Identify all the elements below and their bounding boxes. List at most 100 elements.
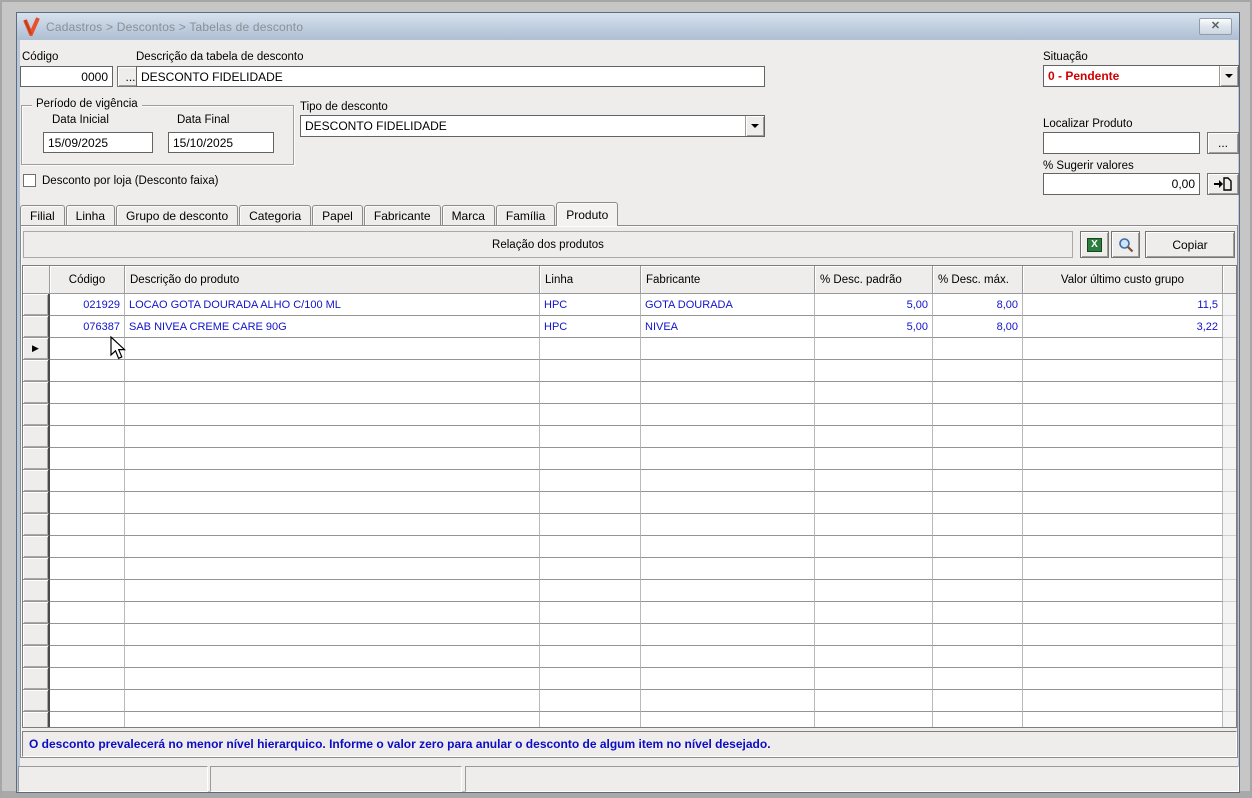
- row-selector[interactable]: [23, 492, 50, 514]
- grid-cell[interactable]: [50, 470, 125, 492]
- grid-cell[interactable]: SAB NIVEA CREME CARE 90G: [125, 316, 540, 338]
- grid-cell[interactable]: [933, 404, 1023, 426]
- tab-grupo-de-desconto[interactable]: Grupo de desconto: [116, 205, 238, 226]
- row-selector[interactable]: [23, 536, 50, 558]
- grid-cell[interactable]: [1023, 360, 1223, 382]
- grid-cell[interactable]: [815, 514, 933, 536]
- grid-cell[interactable]: [540, 646, 641, 668]
- grid-cell[interactable]: [1023, 536, 1223, 558]
- grid-cell[interactable]: [540, 470, 641, 492]
- grid-cell[interactable]: [125, 404, 540, 426]
- grid-cell[interactable]: [933, 602, 1023, 624]
- grid-cell[interactable]: [125, 492, 540, 514]
- grid-cell[interactable]: [641, 470, 815, 492]
- grid-cell[interactable]: [540, 624, 641, 646]
- grid-cell[interactable]: [540, 536, 641, 558]
- grid-cell[interactable]: [641, 382, 815, 404]
- grid-cell[interactable]: [1023, 580, 1223, 602]
- grid-cell[interactable]: [1023, 448, 1223, 470]
- grid-cell[interactable]: [1023, 712, 1223, 728]
- data-final-input[interactable]: [168, 132, 274, 153]
- row-selector[interactable]: [23, 294, 50, 316]
- grid-cell[interactable]: [933, 426, 1023, 448]
- grid-cell[interactable]: [50, 360, 125, 382]
- grid-cell[interactable]: [1023, 602, 1223, 624]
- grid-cell[interactable]: [933, 382, 1023, 404]
- grid-cell[interactable]: 076387: [50, 316, 125, 338]
- grid-cell[interactable]: [125, 470, 540, 492]
- grid-cell[interactable]: 5,00: [815, 294, 933, 316]
- desconto-por-loja-checkbox[interactable]: [23, 174, 36, 187]
- grid-cell[interactable]: 021929: [50, 294, 125, 316]
- close-button[interactable]: ✕: [1199, 18, 1232, 35]
- grid-cell[interactable]: [641, 514, 815, 536]
- grid-cell[interactable]: [50, 668, 125, 690]
- grid-cell[interactable]: [1023, 514, 1223, 536]
- grid-cell[interactable]: [540, 602, 641, 624]
- codigo-input[interactable]: [20, 66, 113, 87]
- apply-sugerir-button[interactable]: [1207, 173, 1239, 195]
- grid-cell[interactable]: [641, 536, 815, 558]
- grid-cell[interactable]: [50, 382, 125, 404]
- grid-cell[interactable]: [125, 360, 540, 382]
- grid-cell[interactable]: [125, 448, 540, 470]
- grid-cell[interactable]: [1023, 558, 1223, 580]
- grid-cell[interactable]: [1023, 668, 1223, 690]
- grid-cell[interactable]: [641, 448, 815, 470]
- grid-cell[interactable]: [641, 360, 815, 382]
- grid-cell[interactable]: 5,00: [815, 316, 933, 338]
- row-selector[interactable]: [23, 624, 50, 646]
- grid-cell[interactable]: 11,5: [1023, 294, 1223, 316]
- grid-cell[interactable]: [540, 558, 641, 580]
- grid-cell[interactable]: [50, 492, 125, 514]
- grid-cell[interactable]: [540, 382, 641, 404]
- row-selector[interactable]: ▶: [23, 338, 50, 360]
- grid-cell[interactable]: [125, 558, 540, 580]
- grid-cell[interactable]: [933, 690, 1023, 712]
- search-button[interactable]: [1111, 231, 1140, 258]
- grid-cell[interactable]: [933, 624, 1023, 646]
- grid-cell[interactable]: 3,22: [1023, 316, 1223, 338]
- tab-familia[interactable]: Família: [496, 205, 555, 226]
- grid-cell[interactable]: HPC: [540, 316, 641, 338]
- tab-marca[interactable]: Marca: [442, 205, 495, 226]
- grid-header-codigo[interactable]: Código: [50, 266, 125, 294]
- grid-cell[interactable]: [125, 382, 540, 404]
- grid-cell[interactable]: [815, 668, 933, 690]
- grid-cell[interactable]: [50, 690, 125, 712]
- grid-cell[interactable]: [641, 404, 815, 426]
- grid-cell[interactable]: [815, 492, 933, 514]
- grid-cell[interactable]: [125, 602, 540, 624]
- grid-cell[interactable]: [50, 712, 125, 728]
- situacao-select[interactable]: 0 - Pendente: [1043, 65, 1239, 87]
- grid-cell[interactable]: [641, 668, 815, 690]
- grid-cell[interactable]: [933, 338, 1023, 360]
- localizar-produto-browse-button[interactable]: ...: [1207, 132, 1239, 154]
- grid-cell[interactable]: [540, 338, 641, 360]
- row-selector[interactable]: [23, 470, 50, 492]
- grid-cell[interactable]: [540, 580, 641, 602]
- grid-cell[interactable]: [933, 668, 1023, 690]
- grid-cell[interactable]: [933, 712, 1023, 728]
- row-selector[interactable]: [23, 558, 50, 580]
- grid-cell[interactable]: [125, 624, 540, 646]
- grid-cell[interactable]: [50, 338, 125, 360]
- grid-cell[interactable]: [641, 338, 815, 360]
- grid-cell[interactable]: [50, 558, 125, 580]
- grid-cell[interactable]: [815, 360, 933, 382]
- grid-header-valor-ultimo-custo-grupo[interactable]: Valor último custo grupo: [1023, 266, 1223, 294]
- grid-cell[interactable]: [1023, 382, 1223, 404]
- grid-header-linha[interactable]: Linha: [540, 266, 641, 294]
- grid-cell[interactable]: [815, 338, 933, 360]
- grid-cell[interactable]: [641, 558, 815, 580]
- row-selector[interactable]: [23, 602, 50, 624]
- grid-cell[interactable]: [641, 690, 815, 712]
- row-selector[interactable]: [23, 316, 50, 338]
- localizar-produto-input[interactable]: [1043, 132, 1200, 154]
- grid-cell[interactable]: [641, 580, 815, 602]
- grid-cell[interactable]: [933, 646, 1023, 668]
- grid-cell[interactable]: [933, 448, 1023, 470]
- situacao-dropdown-button[interactable]: [1219, 66, 1238, 86]
- row-selector[interactable]: [23, 382, 50, 404]
- grid-cell[interactable]: 8,00: [933, 294, 1023, 316]
